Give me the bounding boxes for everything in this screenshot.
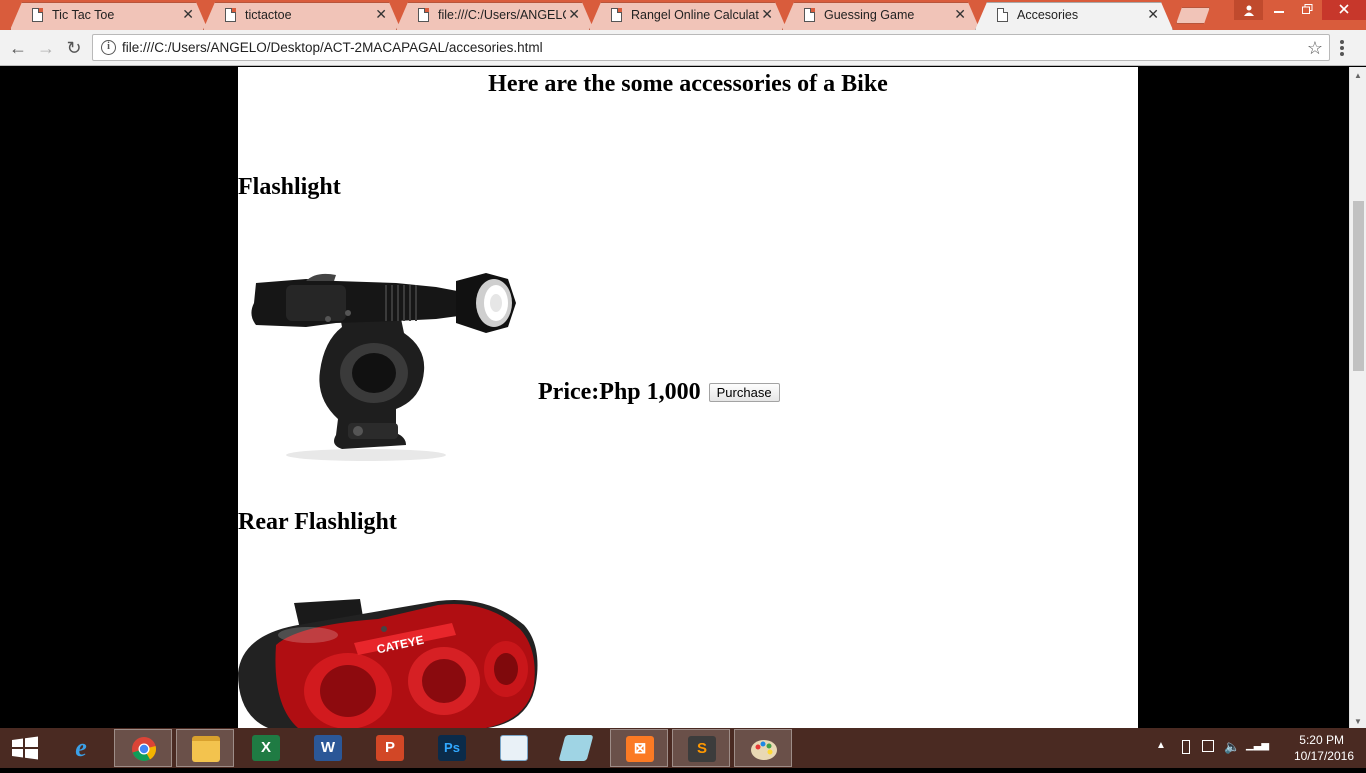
internet-explorer-icon: e	[75, 733, 87, 762]
new-tab-button[interactable]	[1176, 7, 1210, 24]
photoshop-icon: Ps	[438, 735, 466, 761]
forward-button[interactable]: →	[34, 36, 58, 60]
tab-tic-tac-toe[interactable]: Tic Tac Toe ✕	[10, 2, 208, 30]
taskbar-word[interactable]: W	[299, 729, 357, 767]
scroll-down-arrow-icon[interactable]: ▼	[1354, 717, 1362, 726]
mysql-installer-icon	[500, 735, 528, 761]
xampp-icon: ⊠	[626, 736, 654, 762]
network-icon[interactable]: ▁▃▅	[1246, 740, 1269, 754]
reload-button[interactable]: ↻	[62, 36, 86, 60]
page-content: Here are the some accessories of a Bike …	[238, 67, 1138, 728]
bookmark-star-icon[interactable]: ☆	[1307, 38, 1323, 59]
back-button[interactable]: ←	[6, 36, 30, 60]
purchase-button[interactable]: Purchase	[708, 383, 780, 402]
folder-icon	[192, 736, 220, 762]
rear-flashlight-image: CATEYE	[238, 599, 538, 728]
rear-flashlight-heading: Rear Flashlight	[238, 509, 397, 535]
close-icon[interactable]: ✕	[375, 6, 387, 22]
scrollbar-thumb[interactable]	[1353, 201, 1364, 371]
chrome-icon	[132, 737, 156, 761]
close-icon[interactable]: ✕	[1147, 6, 1159, 22]
minimize-icon	[1273, 11, 1284, 13]
word-icon: W	[314, 735, 342, 761]
page-icon	[418, 8, 429, 22]
info-icon[interactable]: i	[101, 40, 116, 55]
scroll-up-arrow-icon[interactable]: ▲	[1354, 71, 1362, 80]
tab-label: Rangel Online Calculator	[631, 8, 759, 22]
tab-label: file:///C:/Users/ANGELO/	[438, 8, 566, 22]
excel-icon: X	[252, 735, 280, 761]
action-center-icon[interactable]	[1202, 740, 1214, 752]
windows-logo-icon	[12, 736, 38, 760]
browser-menu-icon[interactable]	[1340, 40, 1344, 56]
paint-palette-icon	[751, 740, 777, 760]
restore-icon	[1302, 4, 1313, 14]
browser-toolbar: ← → ↻ i file:///C:/Users/ANGELO/Desktop/…	[0, 30, 1366, 66]
close-icon[interactable]: ✕	[954, 6, 966, 22]
volume-icon[interactable]: 🔈	[1224, 739, 1240, 754]
close-icon[interactable]: ✕	[568, 6, 580, 22]
page-viewport: Here are the some accessories of a Bike …	[0, 67, 1349, 728]
tab-label: Accesories	[1017, 8, 1079, 22]
tab-label: tictactoe	[245, 8, 292, 22]
sublime-text-icon: S	[688, 736, 716, 762]
taskbar-powerpoint[interactable]: P	[361, 729, 419, 767]
address-bar[interactable]: i file:///C:/Users/ANGELO/Desktop/ACT-2M…	[92, 34, 1330, 61]
flashlight-heading: Flashlight	[238, 174, 341, 200]
browser-titlebar: Tic Tac Toe ✕ tictactoe ✕ file:///C:/Use…	[0, 0, 1366, 30]
url-text[interactable]: file:///C:/Users/ANGELO/Desktop/ACT-2MAC…	[122, 40, 543, 55]
tab-guessing-game[interactable]: Guessing Game ✕	[782, 2, 980, 30]
taskbar-file-explorer[interactable]	[176, 729, 234, 767]
tab-label: Tic Tac Toe	[52, 8, 115, 22]
tab-accesories[interactable]: Accesories ✕	[975, 2, 1173, 30]
close-window-button[interactable]	[1322, 0, 1366, 20]
start-button[interactable]	[0, 728, 50, 768]
battery-icon[interactable]	[1182, 740, 1190, 754]
flashlight-price-row: Price:Php 1,000 Purchase	[538, 379, 780, 406]
profile-button[interactable]	[1234, 0, 1263, 20]
tab-tictactoe[interactable]: tictactoe ✕	[203, 2, 401, 30]
clock-date[interactable]: 10/17/2016	[1294, 749, 1354, 763]
tab-rangel-online-calculator[interactable]: Rangel Online Calculator ✕	[589, 2, 787, 30]
page-title: Here are the some accessories of a Bike	[488, 71, 888, 97]
taskbar-sublime-text[interactable]: S	[672, 729, 730, 767]
close-icon	[1339, 4, 1349, 14]
page-icon	[804, 8, 815, 22]
minimize-button[interactable]	[1264, 0, 1293, 20]
page-icon	[611, 8, 622, 22]
close-icon[interactable]: ✕	[761, 6, 773, 22]
show-hidden-icons-icon[interactable]: ▲	[1156, 740, 1166, 751]
taskbar-paint[interactable]	[734, 729, 792, 767]
person-icon	[1243, 5, 1254, 16]
restore-button[interactable]	[1293, 0, 1322, 20]
page-scrollbar[interactable]: ▲ ▼	[1349, 67, 1366, 728]
system-tray: ▲ 🔈 ▁▃▅ 5:20 PM 10/17/2016	[1156, 728, 1366, 768]
taskbar-notepad[interactable]	[547, 729, 605, 767]
notepad-icon	[558, 735, 594, 761]
flashlight-image	[251, 273, 516, 461]
tab-file-users-angelo[interactable]: file:///C:/Users/ANGELO/ ✕	[396, 2, 594, 30]
taskbar-excel[interactable]: X	[237, 729, 295, 767]
taskbar-photoshop[interactable]: Ps	[423, 729, 481, 767]
powerpoint-icon: P	[376, 735, 404, 761]
taskbar-xampp[interactable]: ⊠	[610, 729, 668, 767]
taskbar-chrome[interactable]	[114, 729, 172, 767]
page-icon	[225, 8, 236, 22]
close-icon[interactable]: ✕	[182, 6, 194, 22]
page-icon	[32, 8, 43, 22]
windows-taskbar: e X W P Ps ⊠ S ▲ 🔈 ▁▃▅ 5:20 PM 10/17/201…	[0, 728, 1366, 768]
page-icon	[997, 8, 1008, 22]
taskbar-mysql-installer[interactable]	[485, 729, 543, 767]
clock-time[interactable]: 5:20 PM	[1299, 733, 1344, 747]
taskbar-internet-explorer[interactable]: e	[52, 729, 110, 767]
tab-label: Guessing Game	[824, 8, 915, 22]
flashlight-price: Price:Php 1,000	[538, 379, 701, 405]
